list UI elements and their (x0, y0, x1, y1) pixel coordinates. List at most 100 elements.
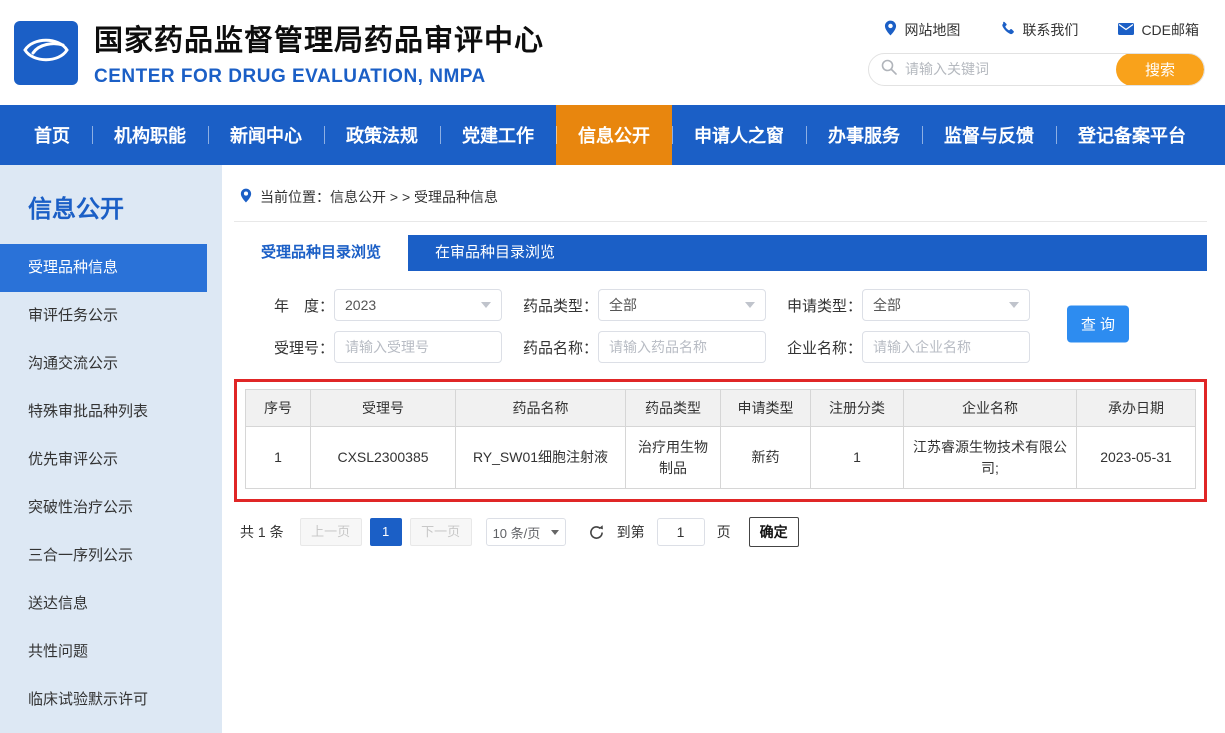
cell-date: 2023-05-31 (1077, 427, 1196, 489)
prev-page-button[interactable]: 上一页 (300, 518, 362, 546)
accept-no-label: 受理号： (258, 337, 334, 358)
current-page-button[interactable]: 1 (370, 518, 402, 546)
nav-item-applicant-window[interactable]: 申请人之窗 (672, 105, 806, 165)
page-body: 信息公开 受理品种信息 审评任务公示 沟通交流公示 特殊审批品种列表 优先审评公… (0, 165, 1225, 733)
nav-item-home[interactable]: 首页 (12, 105, 92, 165)
quick-links: 网站地图 联系我们 CDE邮箱 (884, 20, 1205, 40)
nav-item-party-building[interactable]: 党建工作 (440, 105, 556, 165)
col-header-company: 企业名称 (904, 390, 1077, 427)
col-header-date: 承办日期 (1077, 390, 1196, 427)
nav-item-services[interactable]: 办事服务 (806, 105, 922, 165)
nav-item-supervision-feedback[interactable]: 监督与反馈 (922, 105, 1056, 165)
sidebar-item-delivery-info[interactable]: 送达信息 (0, 580, 222, 628)
apply-type-select-value: 全部 (873, 295, 901, 315)
highlight-box: 序号 受理号 药品名称 药品类型 申请类型 注册分类 企业名称 承办日期 1 C… (234, 379, 1207, 502)
drug-type-select[interactable]: 全部 (598, 289, 766, 321)
year-label: 年 度： (258, 295, 334, 316)
sidebar-item-clinical-trial-license[interactable]: 临床试验默示许可 (0, 676, 222, 724)
chevron-down-icon (1009, 302, 1019, 308)
search-button[interactable]: 搜索 (1116, 53, 1204, 86)
nav-item-policies[interactable]: 政策法规 (324, 105, 440, 165)
site-titles: 国家药品监督管理局药品审评中心 CENTER FOR DRUG EVALUATI… (94, 17, 544, 88)
sidebar: 信息公开 受理品种信息 审评任务公示 沟通交流公示 特殊审批品种列表 优先审评公… (0, 165, 222, 733)
goto-prefix-label: 到第 (617, 522, 645, 542)
tab-under-review-catalog[interactable]: 在审品种目录浏览 (408, 235, 582, 271)
goto-page-input[interactable] (657, 518, 705, 546)
drug-type-field: 药品类型： 全部 (522, 289, 766, 321)
company-name-label: 企业名称： (786, 337, 862, 358)
sidebar-title: 信息公开 (0, 189, 222, 224)
sitemap-link[interactable]: 网站地图 (884, 20, 960, 40)
page-size-select[interactable]: 10 条/页 (486, 518, 566, 546)
cde-logo[interactable] (14, 21, 78, 85)
year-select-value: 2023 (345, 297, 376, 313)
company-name-field: 企业名称： (786, 331, 1030, 363)
location-pin-icon (884, 20, 897, 39)
col-header-apply-type: 申请类型 (721, 390, 811, 427)
apply-type-field: 申请类型： 全部 (786, 289, 1030, 321)
total-count: 共 1 条 (240, 522, 284, 542)
sitemap-link-label: 网站地图 (904, 20, 960, 40)
tab-bar: 受理品种目录浏览 在审品种目录浏览 (234, 235, 1207, 271)
query-button[interactable]: 查 询 (1067, 306, 1129, 343)
goto-suffix-label: 页 (717, 522, 731, 542)
sidebar-item-common-issues[interactable]: 共性问题 (0, 628, 222, 676)
drug-type-label: 药品类型： (522, 295, 598, 316)
cell-accept-no: CXSL2300385 (311, 427, 456, 489)
mailbox-link[interactable]: CDE邮箱 (1118, 20, 1199, 40)
chevron-down-icon (481, 302, 491, 308)
filter-row-1: 年 度： 2023 药品类型： 全部 申请类型： 全部 (258, 289, 1207, 321)
breadcrumb-pin-icon (240, 188, 252, 206)
sidebar-item-breakthrough-therapy[interactable]: 突破性治疗公示 (0, 484, 222, 532)
cell-apply-type: 新药 (721, 427, 811, 489)
confirm-button[interactable]: 确定 (749, 517, 799, 547)
refresh-button[interactable] (588, 524, 605, 541)
page-size-value: 10 条/页 (493, 523, 541, 542)
search-input[interactable] (905, 61, 1116, 77)
nav-item-org-functions[interactable]: 机构职能 (92, 105, 208, 165)
col-header-seq: 序号 (246, 390, 311, 427)
sidebar-item-three-in-one[interactable]: 三合一序列公示 (0, 532, 222, 580)
sidebar-item-priority-review[interactable]: 优先审评公示 (0, 436, 222, 484)
contact-link[interactable]: 联系我们 (1000, 20, 1078, 40)
sidebar-item-communication[interactable]: 沟通交流公示 (0, 340, 222, 388)
breadcrumb-text: 当前位置：信息公开 > > 受理品种信息 (260, 187, 498, 207)
main-content: 当前位置：信息公开 > > 受理品种信息 受理品种目录浏览 在审品种目录浏览 年… (222, 165, 1225, 733)
sidebar-item-accepted-varieties[interactable]: 受理品种信息 (0, 244, 207, 292)
col-header-accept-no: 受理号 (311, 390, 456, 427)
apply-type-label: 申请类型： (786, 295, 862, 316)
cell-drug-name: RY_SW01细胞注射液 (456, 427, 626, 489)
sidebar-item-special-approval-list[interactable]: 特殊审批品种列表 (0, 388, 222, 436)
company-name-input[interactable] (862, 331, 1030, 363)
nav-item-news-center[interactable]: 新闻中心 (208, 105, 324, 165)
eye-icon (22, 32, 70, 73)
table-header-row: 序号 受理号 药品名称 药品类型 申请类型 注册分类 企业名称 承办日期 (246, 390, 1196, 427)
accept-no-field: 受理号： (258, 331, 502, 363)
breadcrumb: 当前位置：信息公开 > > 受理品种信息 (234, 185, 1207, 222)
tab-accepted-catalog[interactable]: 受理品种目录浏览 (234, 235, 408, 271)
pagination: 共 1 条 上一页 1 下一页 10 条/页 到第 页 确定 (234, 517, 1207, 547)
nav-item-registration-platform[interactable]: 登记备案平台 (1056, 105, 1208, 165)
accept-no-input[interactable] (334, 331, 502, 363)
cell-seq: 1 (246, 427, 311, 489)
nav-item-info-disclosure[interactable]: 信息公开 (556, 105, 672, 165)
chevron-down-icon (745, 302, 755, 308)
apply-type-select[interactable]: 全部 (862, 289, 1030, 321)
site-search: 搜索 (868, 53, 1205, 86)
chevron-down-icon (551, 530, 559, 535)
year-field: 年 度： 2023 (258, 289, 502, 321)
next-page-button[interactable]: 下一页 (410, 518, 472, 546)
year-select[interactable]: 2023 (334, 289, 502, 321)
drug-type-select-value: 全部 (609, 295, 637, 315)
col-header-drug-name: 药品名称 (456, 390, 626, 427)
page-subtitle: CENTER FOR DRUG EVALUATION, NMPA (94, 66, 544, 88)
page-title: 国家药品监督管理局药品审评中心 (94, 17, 544, 59)
cell-drug-type: 治疗用生物制品 (626, 427, 721, 489)
envelope-icon (1118, 22, 1134, 38)
phone-icon (1000, 21, 1015, 39)
header-right: 网站地图 联系我们 CDE邮箱 搜索 (868, 20, 1205, 86)
search-icon (881, 59, 897, 80)
drug-name-field: 药品名称： (522, 331, 766, 363)
drug-name-input[interactable] (598, 331, 766, 363)
sidebar-item-review-tasks[interactable]: 审评任务公示 (0, 292, 222, 340)
